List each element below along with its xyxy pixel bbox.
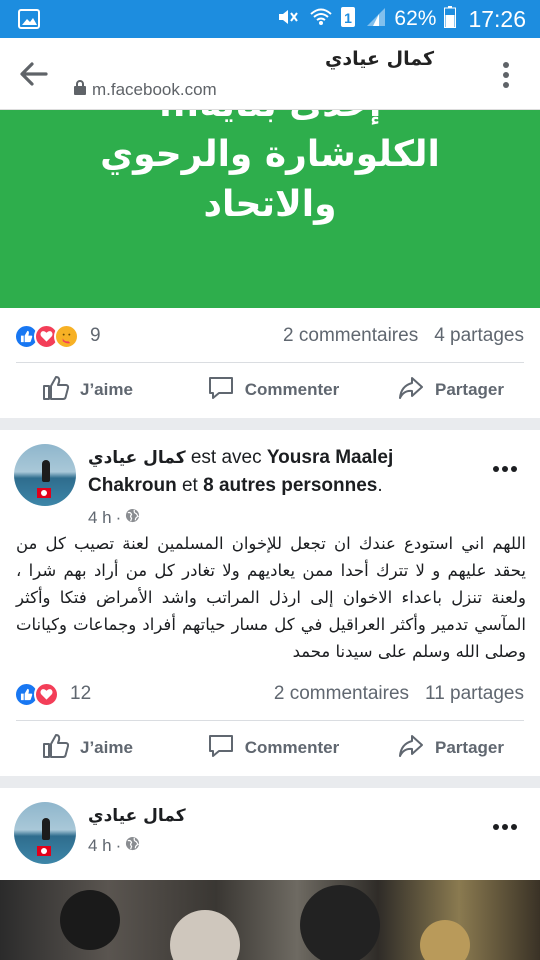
post-2-actions: J’aime Commenter Partager [0,720,540,776]
post-2-header: كمال عيادي est avec Yousra Maalej Chakro… [14,444,526,527]
mute-icon [276,7,302,31]
share-button[interactable]: Partager [350,362,540,418]
browser-toolbar: كمال عيادي m.facebook.com [0,38,540,110]
reaction-count[interactable]: 9 [90,325,101,347]
thumbs-up-icon [42,375,70,406]
lock-icon [74,80,86,100]
reactions[interactable] [14,681,59,707]
url-text: m.facebook.com [92,80,217,99]
tunisia-flag-icon [37,846,51,856]
tunisia-flag-icon [37,488,51,498]
author-name[interactable]: كمال عيادي [88,448,186,468]
comments-count[interactable]: 2 commentaires [274,683,409,705]
share-icon [397,733,425,764]
post-1-stats: 9 2 commentaires 4 partages [14,316,524,356]
gallery-notification-icon [18,9,40,33]
wifi-icon [310,7,333,31]
love-reaction-icon [34,681,59,707]
post-banner-image[interactable]: إحدى بناية... الكلوشارة والرحوي والاتحاد [0,110,540,308]
post-time[interactable]: 4 h [88,508,112,528]
clock: 17:26 [468,5,526,32]
post-3-meta: 4 h · [88,836,140,856]
thumbs-up-icon [42,733,70,764]
comment-icon [207,375,235,406]
care-reaction-icon [54,323,79,349]
like-label: J’aime [80,380,133,399]
comment-button[interactable]: Commenter [196,362,350,418]
tagged-others[interactable]: 8 autres personnes [203,475,377,496]
signal-icon [364,7,386,31]
avatar[interactable] [14,802,76,864]
banner-line-1: إحدى بناية... [0,110,540,130]
reactions[interactable] [14,323,79,349]
post-1-actions: J’aime Commenter Partager [0,362,540,418]
battery-icon [444,6,457,32]
post-time[interactable]: 4 h [88,836,112,856]
avatar[interactable] [14,444,76,506]
banner-line-2: الكلوشارة والرحوي [100,134,440,175]
comments-count[interactable]: 2 commentaires [283,325,418,347]
status-bar: 1 62% 17:26 [0,0,540,38]
share-icon [397,375,425,406]
comment-label: Commenter [244,380,340,399]
author-name[interactable]: كمال عيادي [88,806,186,826]
comment-label: Commenter [244,738,340,757]
like-label: J’aime [80,738,133,757]
globe-icon [125,836,140,856]
svg-text:1: 1 [345,10,353,26]
overflow-menu-icon[interactable] [502,60,510,90]
shares-count[interactable]: 4 partages [434,325,524,347]
like-button[interactable]: J’aime [0,720,196,776]
battery-percent: 62% [394,7,437,30]
post-1-footer: 9 2 commentaires 4 partages J’aime Comme… [0,308,540,418]
post-2-stats: 12 2 commentaires 11 partages [14,674,524,714]
share-label: Partager [435,738,504,757]
shares-count[interactable]: 11 partages [425,683,524,705]
post-3-photo[interactable] [0,880,540,960]
share-button[interactable]: Partager [350,720,540,776]
post-2-author-line: كمال عيادي est avec Yousra Maalej Chakro… [88,447,394,496]
share-label: Partager [435,380,504,399]
reaction-count[interactable]: 12 [70,683,91,705]
post-2-text: اللهم اني استودع عندك ان تجعل للإخوان ال… [16,534,526,661]
sim-1-icon: 1 [340,6,356,32]
globe-icon [125,508,140,528]
like-button[interactable]: J’aime [0,362,196,418]
post-options-icon[interactable] [492,458,518,472]
with-text: est avec [190,447,262,468]
and-text: et [181,475,198,496]
comment-button[interactable]: Commenter [196,720,350,776]
post-2: كمال عيادي est avec Yousra Maalej Chakro… [0,430,540,776]
banner-line-3: والاتحاد [203,184,337,225]
url-bar[interactable]: m.facebook.com [74,80,217,100]
post-3-author-line: كمال عيادي [88,802,458,830]
post-3-header: كمال عيادي 4 h · [14,802,526,878]
page-title: كمال عيادي [324,48,434,70]
post-options-icon[interactable] [492,816,518,830]
post-2-meta: 4 h · [88,508,140,528]
back-arrow-icon[interactable] [18,60,50,88]
comment-icon [207,733,235,764]
